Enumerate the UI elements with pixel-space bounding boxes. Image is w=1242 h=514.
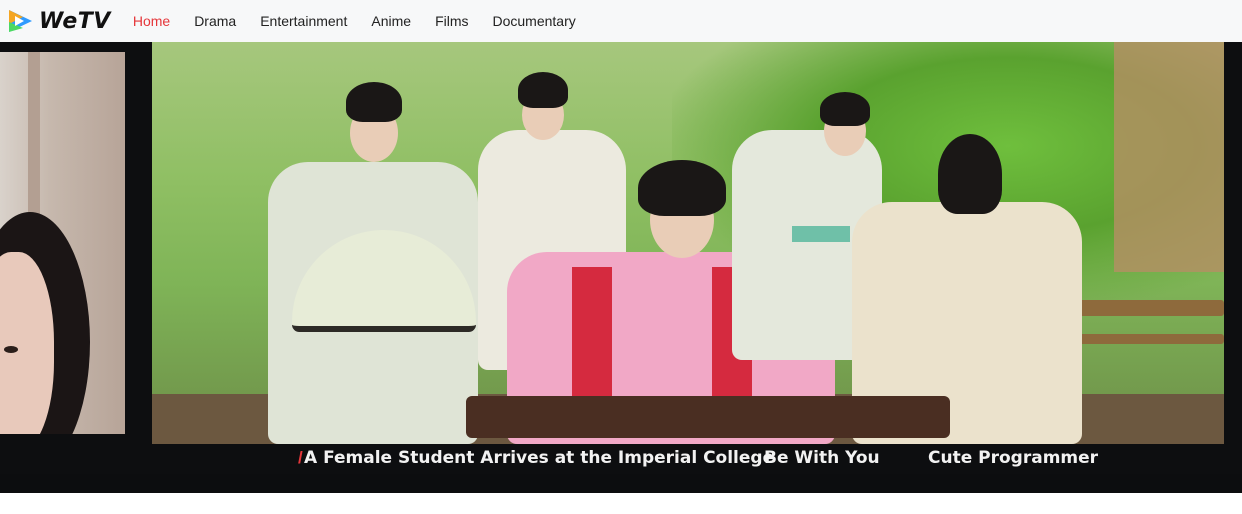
nav-item-anime[interactable]: Anime [371, 0, 411, 42]
banner-image[interactable] [152, 42, 1224, 444]
carousel-bottom-strip [0, 474, 1242, 493]
nav-item-home[interactable]: Home [133, 0, 170, 42]
hero-carousel: / A Female Student Arrives at the Imperi… [0, 42, 1242, 493]
top-navigation-bar: WeTV Home Drama Entertainment Anime Film… [0, 0, 1242, 42]
carousel-title-2[interactable]: Cute Programmer [928, 448, 1098, 468]
nav-item-films[interactable]: Films [435, 0, 468, 42]
carousel-title-1[interactable]: Be With You [764, 448, 880, 468]
nav-item-documentary[interactable]: Documentary [493, 0, 576, 42]
carousel-titles: / A Female Student Arrives at the Imperi… [0, 444, 1242, 474]
main-nav: Home Drama Entertainment Anime Films Doc… [133, 0, 600, 42]
active-title-marker: / [298, 448, 303, 467]
play-logo-icon [9, 10, 32, 32]
wetv-logo[interactable]: WeTV [6, 0, 111, 42]
nav-item-drama[interactable]: Drama [194, 0, 236, 42]
logo-text: WeTV [39, 8, 111, 34]
carousel-title-0[interactable]: A Female Student Arrives at the Imperial… [304, 448, 774, 468]
nav-item-entertainment[interactable]: Entertainment [260, 0, 347, 42]
previous-slide-image[interactable] [0, 52, 125, 434]
